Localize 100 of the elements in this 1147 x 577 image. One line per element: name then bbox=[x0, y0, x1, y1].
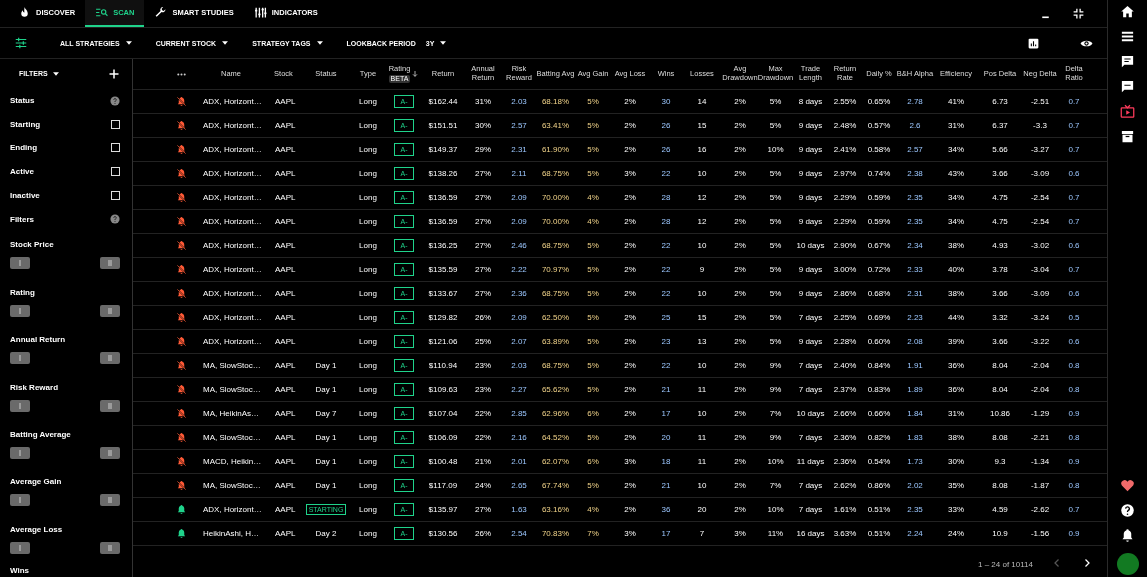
table-cell-text: Long bbox=[358, 505, 378, 514]
message-icon[interactable] bbox=[1120, 79, 1135, 94]
avatar[interactable] bbox=[1116, 553, 1139, 575]
checkbox[interactable] bbox=[111, 143, 120, 153]
strategy-name[interactable]: ADX, Horizont… bbox=[196, 169, 266, 178]
sort-arrow-icon[interactable] bbox=[411, 70, 420, 78]
checkbox[interactable] bbox=[111, 190, 120, 200]
range-handle[interactable] bbox=[10, 352, 30, 365]
table-cell-text: 0.72% bbox=[866, 265, 892, 274]
tv-icon[interactable] bbox=[1120, 104, 1135, 119]
home-icon[interactable] bbox=[1120, 4, 1135, 19]
strategy-name[interactable]: MA, SlowStoc… bbox=[196, 385, 266, 394]
range-handle[interactable] bbox=[100, 399, 120, 412]
table-cell-text: 7 days bbox=[797, 505, 824, 514]
strategy-name[interactable]: ADX, Horizont… bbox=[196, 193, 266, 202]
strategy-name[interactable]: ADX, Horizont… bbox=[196, 313, 266, 322]
table-cell-text: 9 days bbox=[797, 193, 824, 202]
range-handle[interactable] bbox=[100, 352, 120, 365]
muted-bell-icon[interactable] bbox=[175, 192, 187, 203]
muted-bell-icon[interactable] bbox=[175, 480, 187, 491]
strategy-name[interactable]: ADX, Horizont… bbox=[196, 337, 266, 346]
heart-icon[interactable] bbox=[1120, 478, 1135, 493]
range-handle[interactable] bbox=[10, 257, 30, 270]
muted-bell-icon[interactable] bbox=[175, 432, 187, 443]
collapse-icon[interactable] bbox=[1072, 7, 1085, 20]
muted-bell-icon[interactable] bbox=[175, 264, 187, 275]
bell-icon[interactable] bbox=[1120, 528, 1135, 543]
strategy-name[interactable]: ADX, Horizont… bbox=[196, 217, 266, 226]
table-cell-text: $107.04 bbox=[427, 409, 459, 418]
range-handle[interactable] bbox=[10, 304, 30, 317]
muted-bell-icon[interactable] bbox=[175, 384, 187, 395]
muted-bell-icon[interactable] bbox=[175, 240, 187, 251]
muted-bell-icon[interactable] bbox=[175, 168, 187, 179]
strategy-name[interactable]: MA, SlowStoc… bbox=[196, 361, 266, 370]
help-icon[interactable] bbox=[110, 95, 120, 106]
range-handle[interactable] bbox=[100, 304, 120, 317]
table-cell-text: 44% bbox=[947, 313, 965, 322]
range-handle[interactable] bbox=[10, 399, 30, 412]
strategy-name[interactable]: ADX, Horizont… bbox=[196, 289, 266, 298]
strategy-name[interactable]: MA, HeikinAs… bbox=[196, 409, 266, 418]
table-cell-text: 2.09 bbox=[510, 313, 528, 322]
muted-bell-icon[interactable] bbox=[175, 456, 187, 467]
table-cell-text: 21 bbox=[660, 481, 672, 490]
muted-bell-icon[interactable] bbox=[175, 120, 187, 131]
strategy-name[interactable]: MA, SlowStoc… bbox=[196, 433, 266, 442]
help-icon[interactable] bbox=[1120, 503, 1135, 518]
range-handle[interactable] bbox=[10, 541, 30, 554]
muted-bell-icon[interactable] bbox=[175, 216, 187, 227]
plus-icon[interactable] bbox=[108, 67, 120, 80]
table-cell-text: 64.52% bbox=[540, 433, 571, 442]
table-cell-text: 62.50% bbox=[540, 313, 571, 322]
bell-icon[interactable] bbox=[175, 504, 187, 515]
strategy-name[interactable]: ADX, Horizont… bbox=[196, 505, 266, 514]
range-handle[interactable] bbox=[100, 257, 120, 270]
strategy-name[interactable]: ADX, Horizont… bbox=[196, 265, 266, 274]
range-handle[interactable] bbox=[10, 494, 30, 507]
bell-icon[interactable] bbox=[175, 528, 187, 539]
range-handle[interactable] bbox=[10, 447, 30, 459]
table-cell-text: 2.36% bbox=[832, 433, 858, 442]
range-handle[interactable] bbox=[100, 447, 120, 459]
strategy-name[interactable]: MA, SlowStoc… bbox=[196, 481, 266, 490]
table-cell-text: 2% bbox=[733, 385, 747, 394]
muted-bell-icon[interactable] bbox=[175, 288, 187, 299]
strategy-name[interactable]: ADX, Horizont… bbox=[196, 97, 266, 106]
table-cell-text: 2% bbox=[733, 457, 747, 466]
table-cell-text: 2.09 bbox=[510, 193, 528, 202]
checkbox[interactable] bbox=[111, 167, 120, 177]
table-cell-text: Day 1 bbox=[314, 457, 338, 466]
table-cell-text: 1.73 bbox=[906, 457, 924, 466]
muted-bell-icon[interactable] bbox=[175, 360, 187, 371]
table-cell-text: 2% bbox=[733, 193, 747, 202]
muted-bell-icon[interactable] bbox=[175, 96, 187, 107]
muted-bell-icon[interactable] bbox=[175, 312, 187, 323]
table-cell-text: 0.7 bbox=[1067, 121, 1081, 130]
table-cell-text: 5% bbox=[586, 361, 600, 370]
menu-icon[interactable] bbox=[1120, 29, 1135, 44]
strategy-name[interactable]: ADX, Horizont… bbox=[196, 121, 266, 130]
archive-icon[interactable] bbox=[1120, 129, 1135, 144]
help-icon[interactable] bbox=[110, 214, 120, 225]
strategy-name[interactable]: ADX, Horizont… bbox=[196, 145, 266, 154]
muted-bell-icon[interactable] bbox=[175, 336, 187, 347]
filter-sliders-icon[interactable] bbox=[14, 36, 28, 50]
muted-bell-icon[interactable] bbox=[175, 408, 187, 419]
table-cell-text: 3.66 bbox=[991, 169, 1009, 178]
strategy-name[interactable]: HeikinAshi, H… bbox=[196, 529, 266, 538]
strategy-name[interactable]: ADX, Horizont… bbox=[196, 241, 266, 250]
checkbox[interactable] bbox=[111, 119, 120, 129]
strategy-name[interactable]: MACD, Heikin… bbox=[196, 457, 266, 466]
table-cell-text: Long bbox=[358, 193, 378, 202]
table-cell-text: 2.41% bbox=[832, 145, 858, 154]
bar-chart-icon[interactable] bbox=[1027, 36, 1040, 50]
table-cell-text: 22% bbox=[474, 409, 492, 418]
checkbox-label: Starting bbox=[10, 119, 41, 129]
chat-icon[interactable] bbox=[1120, 54, 1135, 69]
table-cell-text: 0.5 bbox=[1067, 313, 1081, 322]
muted-bell-icon[interactable] bbox=[175, 144, 187, 155]
table-cell-text: 34% bbox=[947, 145, 965, 154]
table-cell-text: $133.67 bbox=[427, 289, 459, 298]
range-handle[interactable] bbox=[100, 541, 120, 554]
range-handle[interactable] bbox=[100, 494, 120, 507]
